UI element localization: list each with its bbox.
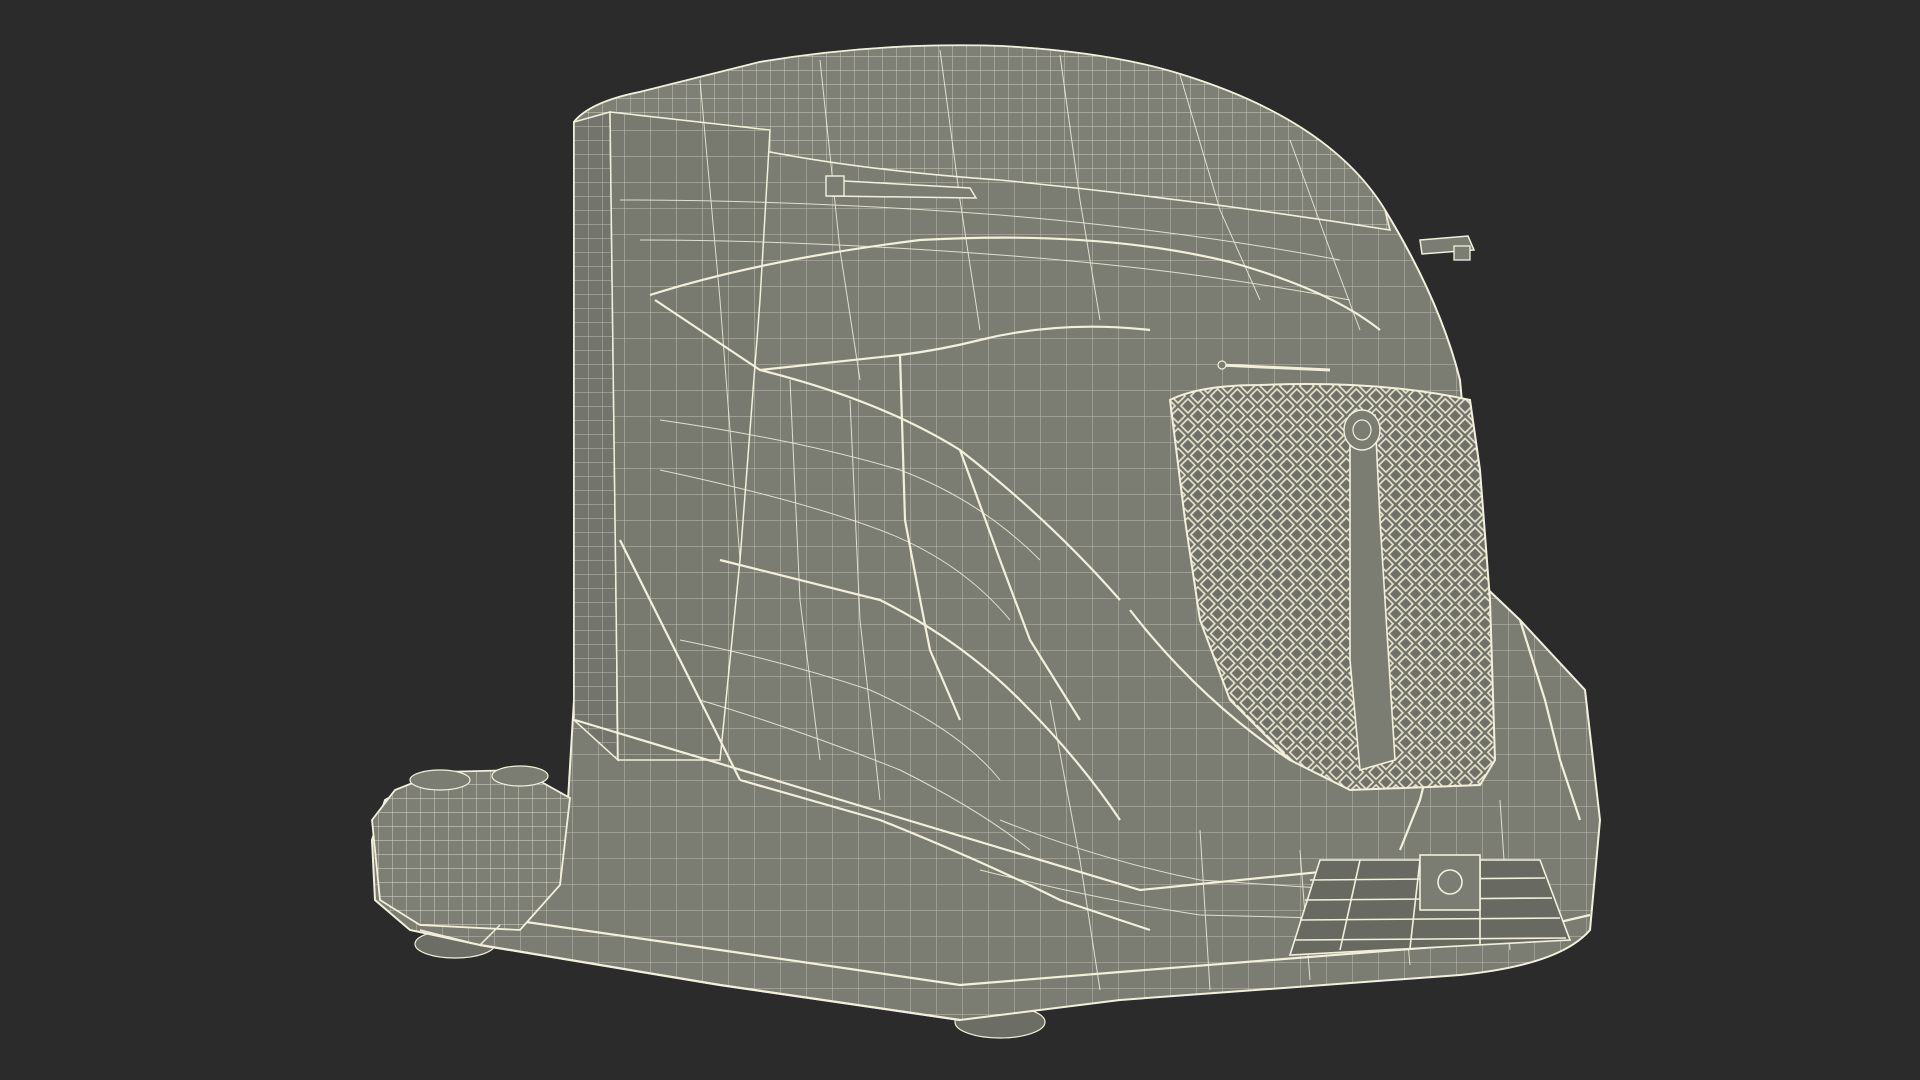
truck-wireframe-render [370, 44, 1602, 1039]
viewport [0, 0, 1920, 1080]
emblem-icon [1343, 409, 1381, 451]
roof-sensor-right [1419, 235, 1476, 261]
license-plate-mount [1419, 854, 1481, 911]
lower-air-vents [1288, 854, 1572, 956]
